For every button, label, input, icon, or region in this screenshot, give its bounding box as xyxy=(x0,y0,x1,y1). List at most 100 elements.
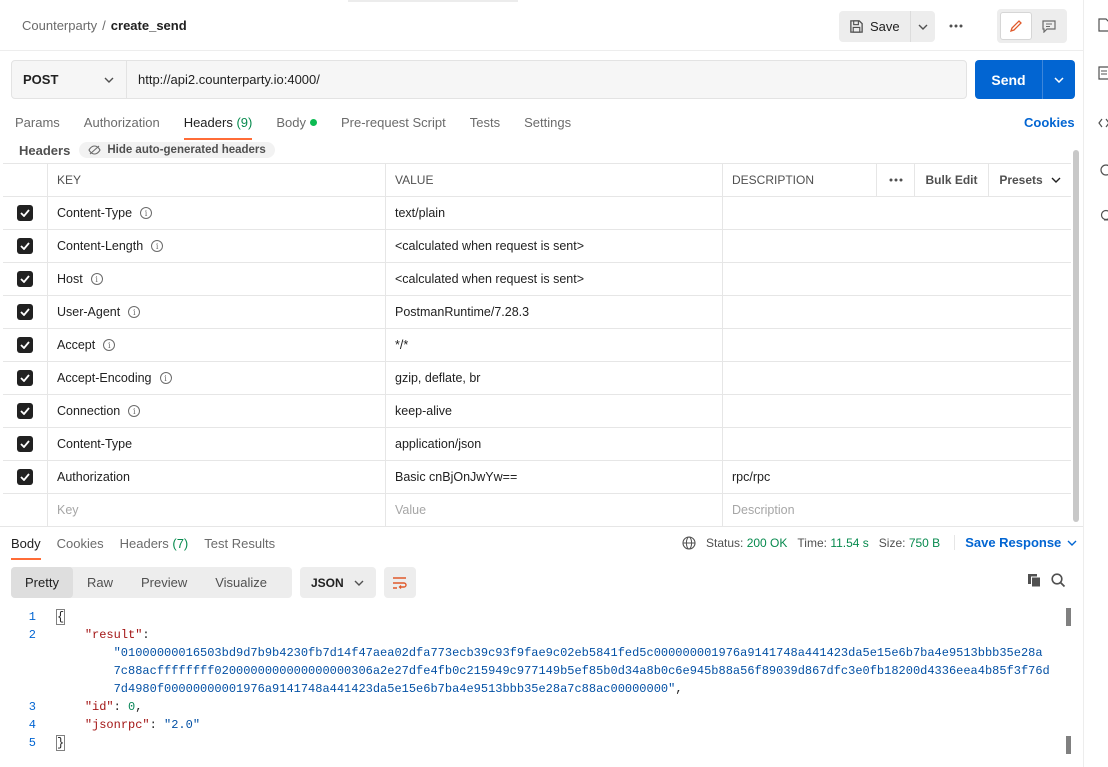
tab-settings[interactable]: Settings xyxy=(524,112,571,138)
header-value-cell[interactable]: application/json xyxy=(386,428,723,460)
new-value-input[interactable]: Value xyxy=(386,494,723,526)
header-value-cell[interactable]: gzip, deflate, br xyxy=(386,362,723,394)
header-enabled-checkbox[interactable] xyxy=(17,271,33,287)
eye-off-icon xyxy=(88,145,101,155)
tab-authorization[interactable]: Authorization xyxy=(84,112,160,138)
wrap-lines-button[interactable] xyxy=(384,567,416,598)
header-value-cell[interactable]: text/plain xyxy=(386,197,723,229)
view-raw-button[interactable]: Raw xyxy=(73,567,127,598)
info-icon[interactable]: i xyxy=(90,273,103,285)
response-format-select[interactable]: JSON xyxy=(300,567,376,598)
response-tab-cookies[interactable]: Cookies xyxy=(57,535,104,557)
size-info[interactable]: Size: 750 B xyxy=(879,536,940,550)
header-enabled-checkbox[interactable] xyxy=(17,469,33,485)
info-icon[interactable]: i xyxy=(103,339,116,351)
header-description-cell[interactable] xyxy=(723,362,1071,394)
headers-scrollbar[interactable] xyxy=(1073,150,1079,522)
code-scrollbar-top[interactable] xyxy=(1066,608,1071,626)
response-divider[interactable] xyxy=(0,526,1083,527)
code-icon[interactable] xyxy=(1098,116,1108,130)
send-button[interactable]: Send xyxy=(975,60,1042,99)
header-description-cell[interactable] xyxy=(723,263,1071,295)
header-key-cell[interactable]: Accept i xyxy=(48,329,386,361)
header-key-cell[interactable]: User-Agent i xyxy=(48,296,386,328)
save-button[interactable]: Save xyxy=(839,11,910,42)
header-description-cell[interactable] xyxy=(723,428,1071,460)
column-options-button[interactable] xyxy=(877,164,915,196)
edit-mode-button[interactable] xyxy=(1000,12,1032,40)
new-key-input[interactable]: Key xyxy=(48,494,386,526)
checkmark-icon xyxy=(20,440,30,448)
breadcrumb-request-name[interactable]: create_send xyxy=(111,18,187,33)
header-description-cell[interactable] xyxy=(723,296,1071,328)
status-info[interactable]: Status: 200 OK xyxy=(706,536,787,550)
url-input[interactable] xyxy=(127,61,966,98)
header-value-cell[interactable]: */* xyxy=(386,329,723,361)
tab-params[interactable]: Params xyxy=(15,112,60,138)
header-enabled-checkbox[interactable] xyxy=(17,436,33,452)
info-icon[interactable]: i xyxy=(151,240,164,252)
copy-icon[interactable] xyxy=(1027,573,1042,588)
http-method-select[interactable]: POST xyxy=(12,61,127,98)
hide-auto-headers-button[interactable]: Hide auto-generated headers xyxy=(79,142,275,158)
header-enabled-checkbox[interactable] xyxy=(17,403,33,419)
tab-body[interactable]: Body xyxy=(276,112,317,138)
header-value-cell[interactable]: <calculated when request is sent> xyxy=(386,263,723,295)
header-value-cell[interactable]: Basic cnBjOnJwYw== xyxy=(386,461,723,493)
header-key-cell[interactable]: Content-Type xyxy=(48,428,386,460)
header-enabled-checkbox[interactable] xyxy=(17,205,33,221)
info-icon[interactable]: i xyxy=(128,405,141,417)
view-pretty-button[interactable]: Pretty xyxy=(11,567,73,598)
header-key-cell[interactable]: Content-Length i xyxy=(48,230,386,262)
lightbulb-icon[interactable] xyxy=(1098,209,1108,223)
save-options-button[interactable] xyxy=(909,11,935,42)
header-enabled-checkbox[interactable] xyxy=(17,304,33,320)
header-key-cell[interactable]: Accept-Encoding i xyxy=(48,362,386,394)
breadcrumb-collection[interactable]: Counterparty xyxy=(22,18,97,33)
header-enabled-checkbox[interactable] xyxy=(17,370,33,386)
response-tab-test-results[interactable]: Test Results xyxy=(204,535,275,557)
comments-mode-button[interactable] xyxy=(1034,12,1064,40)
document-icon[interactable] xyxy=(1098,18,1108,32)
header-description-cell[interactable] xyxy=(723,395,1071,427)
header-key-cell[interactable]: Host i xyxy=(48,263,386,295)
info-icon[interactable] xyxy=(1098,163,1108,177)
code-scrollbar-bottom[interactable] xyxy=(1066,736,1071,754)
view-visualize-button[interactable]: Visualize xyxy=(201,567,281,598)
response-tab-body[interactable]: Body xyxy=(11,535,41,560)
time-info[interactable]: Time: 11.54 s xyxy=(797,536,868,550)
header-description-cell[interactable] xyxy=(723,230,1071,262)
tab-tests[interactable]: Tests xyxy=(470,112,500,138)
more-actions-button[interactable] xyxy=(943,16,969,36)
tab-pre-request-script[interactable]: Pre-request Script xyxy=(341,112,446,138)
info-icon[interactable]: i xyxy=(128,306,141,318)
code-line: 3 "id": 0, xyxy=(0,698,1068,716)
response-body-code[interactable]: 1 { 2 "result": "01000000016503bd9d7b9b4… xyxy=(0,608,1068,752)
globe-icon[interactable] xyxy=(682,535,696,550)
header-description-cell[interactable] xyxy=(723,329,1071,361)
header-value-cell[interactable]: PostmanRuntime/7.28.3 xyxy=(386,296,723,328)
tab-headers[interactable]: Headers (9) xyxy=(183,112,252,140)
bulk-edit-button[interactable]: Bulk Edit xyxy=(915,164,989,196)
presets-dropdown[interactable]: Presets xyxy=(989,164,1071,196)
search-icon[interactable] xyxy=(1051,573,1066,588)
header-value-cell[interactable]: <calculated when request is sent> xyxy=(386,230,723,262)
info-icon[interactable]: i xyxy=(159,372,172,384)
header-description: rpc/rpc xyxy=(732,470,771,484)
cookies-link[interactable]: Cookies xyxy=(1024,115,1075,130)
header-description-cell[interactable] xyxy=(723,197,1071,229)
notes-icon[interactable] xyxy=(1098,66,1108,80)
header-key-cell[interactable]: Content-Type i xyxy=(48,197,386,229)
response-tab-headers[interactable]: Headers (7) xyxy=(120,535,189,557)
info-icon[interactable]: i xyxy=(140,207,153,219)
save-response-button[interactable]: Save Response xyxy=(954,535,1077,550)
send-options-button[interactable] xyxy=(1042,60,1075,99)
header-value-cell[interactable]: keep-alive xyxy=(386,395,723,427)
header-enabled-checkbox[interactable] xyxy=(17,337,33,353)
view-preview-button[interactable]: Preview xyxy=(127,567,201,598)
header-enabled-checkbox[interactable] xyxy=(17,238,33,254)
header-key-cell[interactable]: Connection i xyxy=(48,395,386,427)
header-key-cell[interactable]: Authorization xyxy=(48,461,386,493)
header-description-cell[interactable]: rpc/rpc xyxy=(723,461,1071,493)
new-description-input[interactable]: Description xyxy=(723,494,1071,526)
